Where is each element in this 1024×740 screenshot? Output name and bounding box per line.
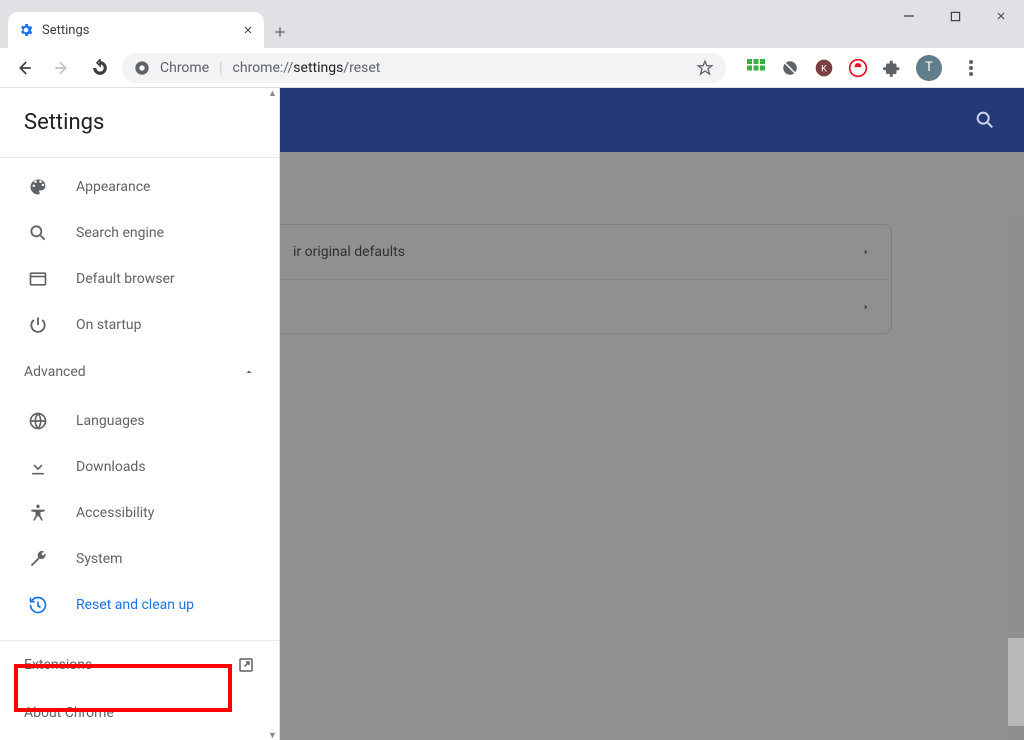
wrench-icon: [28, 549, 50, 569]
tab-title: Settings: [42, 23, 89, 38]
extension-icon-1[interactable]: [746, 58, 766, 78]
svg-text:K: K: [821, 64, 827, 74]
sidebar-advanced-toggle[interactable]: Advanced: [0, 348, 279, 392]
content-body: ir original defaults: [280, 152, 1024, 740]
open-external-icon: [237, 656, 255, 674]
sidebar-item-label: Appearance: [76, 179, 150, 195]
window-maximize-button[interactable]: [932, 0, 978, 32]
dimming-overlay: [280, 152, 1024, 740]
chevron-up-icon: [243, 366, 255, 378]
settings-content: ir original defaults: [280, 88, 1024, 740]
extensions-puzzle-icon[interactable]: [882, 58, 902, 78]
sidebar-item-appearance[interactable]: Appearance: [0, 164, 279, 210]
new-tab-button[interactable]: [264, 16, 296, 48]
sidebar-item-accessibility[interactable]: Accessibility: [0, 490, 279, 536]
omnibox-url: chrome://settings/reset: [233, 60, 381, 76]
omnibox-origin-label: Chrome: [160, 60, 209, 76]
browser-tab-settings[interactable]: Settings: [8, 12, 264, 48]
omnibox-divider: |: [219, 60, 222, 76]
sidebar-item-label: Search engine: [76, 225, 164, 241]
sidebar-item-downloads[interactable]: Downloads: [0, 444, 279, 490]
sidebar-item-label: Default browser: [76, 271, 175, 287]
globe-icon: [28, 411, 50, 431]
download-icon: [28, 457, 50, 477]
extension-icons: K T: [746, 55, 986, 81]
sidebar-advanced-list: Languages Downloads Accessibility System…: [0, 392, 279, 628]
browser-menu-button[interactable]: [956, 60, 986, 76]
sidebar-item-label: Downloads: [76, 459, 146, 475]
sidebar-scroll-down-icon[interactable]: ▼: [268, 730, 278, 740]
about-label: About Chrome: [24, 705, 114, 721]
chrome-logo-icon: [134, 60, 150, 76]
sidebar-item-label: Languages: [76, 413, 145, 429]
sidebar-item-default-browser[interactable]: Default browser: [0, 256, 279, 302]
sidebar-item-label: Reset and clean up: [76, 597, 194, 613]
extension-icon-2[interactable]: [780, 58, 800, 78]
content-scrollbar-thumb[interactable]: [1008, 638, 1024, 726]
accessibility-icon: [28, 503, 50, 523]
settings-sidebar: ▲ Settings Appearance Search engine Defa…: [0, 88, 280, 740]
restore-icon: [28, 595, 50, 615]
power-icon: [28, 315, 50, 335]
extension-icon-3[interactable]: K: [814, 58, 834, 78]
browser-icon: [28, 269, 50, 289]
sidebar-item-languages[interactable]: Languages: [0, 398, 279, 444]
gear-icon: [18, 22, 34, 38]
profile-avatar[interactable]: T: [916, 55, 942, 81]
sidebar-item-label: Accessibility: [76, 505, 154, 521]
sidebar-item-label: On startup: [76, 317, 142, 333]
extension-icon-4[interactable]: [848, 58, 868, 78]
forward-button[interactable]: [46, 52, 78, 84]
sidebar-item-label: System: [76, 551, 122, 567]
sidebar-item-reset-clean-up[interactable]: Reset and clean up: [0, 582, 279, 628]
window-controls: [886, 0, 1024, 40]
sidebar-item-search-engine[interactable]: Search engine: [0, 210, 279, 256]
sidebar-item-on-startup[interactable]: On startup: [0, 302, 279, 348]
back-button[interactable]: [8, 52, 40, 84]
search-icon: [28, 223, 50, 243]
reload-button[interactable]: [84, 52, 116, 84]
content-header: [280, 88, 1024, 152]
advanced-label: Advanced: [24, 364, 86, 380]
sidebar-scroll-up-icon[interactable]: ▲: [268, 88, 278, 98]
sidebar-about-link[interactable]: About Chrome: [0, 689, 279, 737]
close-tab-button[interactable]: [242, 24, 254, 36]
palette-icon: [28, 177, 50, 197]
sidebar-title: Settings: [0, 88, 279, 157]
sidebar-extensions-link[interactable]: Extensions: [0, 641, 279, 689]
browser-toolbar: Chrome | chrome://settings/reset K T: [0, 48, 1024, 88]
address-bar[interactable]: Chrome | chrome://settings/reset: [122, 53, 726, 83]
settings-page: ▲ Settings Appearance Search engine Defa…: [0, 88, 1024, 740]
browser-tab-strip: Settings: [0, 0, 1024, 48]
sidebar-item-system[interactable]: System: [0, 536, 279, 582]
search-icon[interactable]: [974, 109, 996, 131]
window-minimize-button[interactable]: [886, 0, 932, 32]
extensions-label: Extensions: [24, 657, 92, 673]
window-close-button[interactable]: [978, 0, 1024, 32]
sidebar-list: Appearance Search engine Default browser…: [0, 158, 279, 348]
bookmark-star-icon[interactable]: [696, 59, 714, 77]
